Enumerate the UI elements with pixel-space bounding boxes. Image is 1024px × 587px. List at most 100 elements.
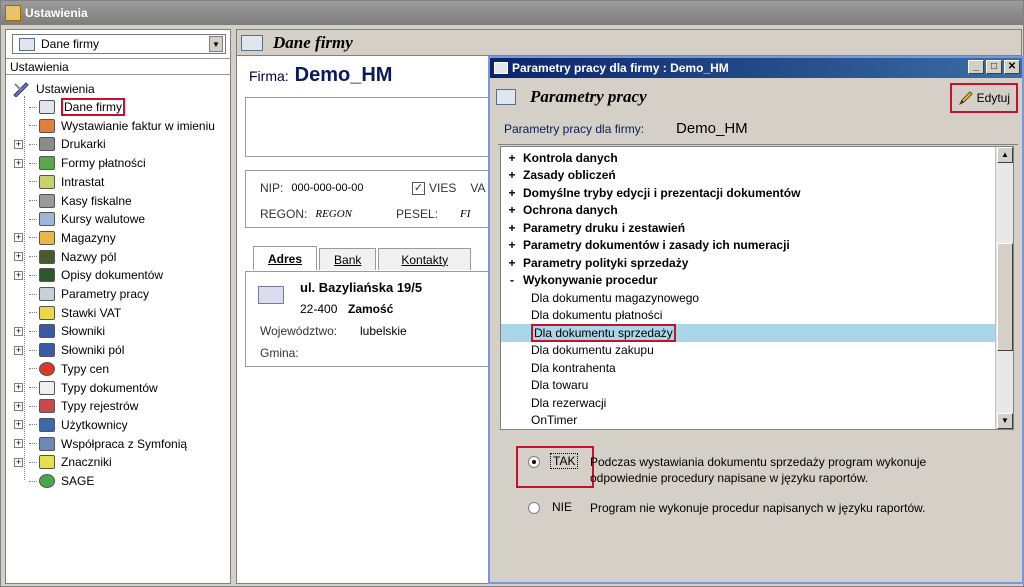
- tree-item-label: Kasy fiskalne: [61, 193, 132, 208]
- parameter-list-item[interactable]: + Parametry druku i zestawień: [501, 219, 995, 237]
- parameter-list-label: Parametry dokumentów i zasady ich numera…: [523, 238, 790, 253]
- expand-icon[interactable]: +: [501, 221, 523, 235]
- parameter-list-label: Dla dokumentu magazynowego: [531, 290, 700, 305]
- tab-bank[interactable]: Bank: [319, 248, 377, 270]
- scroll-up-icon[interactable]: ▲: [997, 147, 1013, 163]
- parameter-list-item[interactable]: Dla dokumentu sprzedaży: [501, 323, 995, 342]
- tab-adres[interactable]: Adres: [253, 246, 318, 270]
- parameter-list-item[interactable]: Dla dokumentu zakupu: [501, 342, 995, 360]
- parameter-list-item[interactable]: Dla dokumentu płatności: [501, 307, 995, 325]
- tree-item[interactable]: SAGE: [14, 472, 224, 490]
- parameter-list-item[interactable]: OnTimer: [501, 412, 995, 430]
- close-icon[interactable]: ✕: [1004, 60, 1020, 74]
- address-tabs: Adres Bank Kontakty: [253, 246, 473, 270]
- section-select-value: Dane firmy: [41, 37, 100, 51]
- payment-icon: [39, 156, 55, 171]
- tree-item[interactable]: + Drukarki: [14, 135, 224, 153]
- parameter-list-label: Wykonywanie procedur: [523, 273, 658, 288]
- chevron-down-icon[interactable]: ▼: [209, 36, 223, 52]
- tree-item[interactable]: Wystawianie faktur w imieniu: [14, 117, 224, 135]
- expand-icon[interactable]: +: [501, 238, 523, 252]
- parameter-list-item[interactable]: Dla towaru: [501, 377, 995, 395]
- parameter-list-item[interactable]: - Wykonywanie procedur: [501, 272, 995, 290]
- option-tak-label[interactable]: TAK: [550, 453, 579, 469]
- parameter-list-item[interactable]: + Parametry polityki sprzedaży: [501, 254, 995, 272]
- tab-kontakty[interactable]: Kontakty: [378, 248, 472, 270]
- document-icon: [39, 174, 55, 189]
- expand-icon[interactable]: +: [14, 345, 23, 355]
- tree-item[interactable]: + Formy płatności: [14, 154, 224, 172]
- parameter-list-item[interactable]: + Ochrona danych: [501, 202, 995, 220]
- option-nie-label[interactable]: NIE: [552, 500, 572, 514]
- tree-item[interactable]: Parametry pracy: [14, 285, 224, 303]
- tree-item[interactable]: + Magazyny: [14, 229, 224, 247]
- tree-connector: [29, 256, 37, 258]
- tree-item[interactable]: Kursy walutowe: [14, 210, 224, 228]
- pesel-value-cut[interactable]: FI: [460, 208, 470, 220]
- expand-icon[interactable]: +: [14, 420, 23, 430]
- tree-item[interactable]: Intrastat: [14, 173, 224, 191]
- expand-icon[interactable]: +: [501, 186, 523, 200]
- tree-item[interactable]: + Nazwy pól: [14, 248, 224, 266]
- scroll-down-icon[interactable]: ▼: [997, 413, 1013, 429]
- tree-item[interactable]: + Słowniki pól: [14, 341, 224, 359]
- expand-icon[interactable]: +: [14, 439, 23, 449]
- window-title: Ustawienia: [25, 6, 88, 20]
- nip-value[interactable]: 000-000-00-00: [291, 182, 363, 194]
- expand-icon[interactable]: +: [501, 256, 523, 270]
- parameter-list-item[interactable]: Dla rezerwacji: [501, 394, 995, 412]
- app-icon: [5, 5, 21, 21]
- section-select[interactable]: Dane firmy ▼: [12, 34, 226, 54]
- expand-icon[interactable]: +: [14, 139, 23, 149]
- registers-icon: [39, 399, 55, 414]
- tree-item[interactable]: Dane firmy: [14, 98, 224, 116]
- parameter-list-item[interactable]: + Domyślne tryby edycji i prezentacji dok…: [501, 184, 995, 202]
- maximize-icon[interactable]: □: [986, 60, 1002, 74]
- tree-item[interactable]: + Znaczniki: [14, 453, 224, 471]
- tree-connector: [29, 461, 37, 463]
- radio-nie[interactable]: [528, 502, 540, 514]
- person-icon: [39, 118, 55, 133]
- expand-icon[interactable]: +: [14, 401, 23, 411]
- collapse-icon[interactable]: -: [501, 273, 523, 287]
- tree-connector: [29, 312, 37, 314]
- parameter-list-item[interactable]: + Kontrola danych: [501, 149, 995, 167]
- minimize-icon[interactable]: _: [968, 60, 984, 74]
- parameter-list-item[interactable]: + Parametry dokumentów i zasady ich numer…: [501, 237, 995, 255]
- company-memo-box[interactable]: [245, 97, 495, 157]
- expand-icon[interactable]: +: [14, 252, 23, 262]
- tree-item[interactable]: Kasy fiskalne: [14, 192, 224, 210]
- tree-item-label: SAGE: [61, 474, 95, 488]
- parameter-list-item[interactable]: Dla kontrahenta: [501, 359, 995, 377]
- window-title-bar[interactable]: Ustawienia: [1, 1, 1023, 25]
- tree-item[interactable]: + Opisy dokumentów: [14, 266, 224, 284]
- dialog-title-bar[interactable]: Parametry pracy dla firmy : Demo_HM _ □ …: [490, 58, 1022, 78]
- tree-item-label: Intrastat: [61, 174, 105, 189]
- tree-item[interactable]: + Użytkownicy: [14, 416, 224, 434]
- expand-icon[interactable]: +: [14, 383, 23, 392]
- vies-checkbox[interactable]: ✓: [412, 181, 425, 195]
- regon-value[interactable]: REGON: [315, 208, 352, 220]
- expand-icon[interactable]: +: [501, 203, 523, 217]
- tree-connector: [29, 443, 37, 445]
- tree-item[interactable]: + Słowniki: [14, 322, 224, 340]
- expand-icon[interactable]: +: [14, 270, 23, 280]
- tree-item[interactable]: + Typy dokumentów: [14, 379, 224, 397]
- expand-icon[interactable]: +: [501, 151, 523, 165]
- scrollbar-thumb[interactable]: [997, 243, 1013, 351]
- expand-icon[interactable]: +: [14, 158, 23, 168]
- expand-icon[interactable]: +: [14, 457, 23, 467]
- edit-button[interactable]: Edytuj: [949, 83, 1018, 113]
- expand-icon[interactable]: +: [501, 168, 523, 182]
- expand-icon[interactable]: +: [14, 326, 23, 336]
- tree-item[interactable]: + Współpraca z Symfonią: [14, 435, 224, 453]
- params-for-company-label: Parametry pracy dla firmy:: [504, 122, 645, 136]
- list-scrollbar[interactable]: ▲ ▼: [995, 147, 1013, 429]
- tree-item[interactable]: + Typy rejestrów: [14, 397, 224, 415]
- expand-icon[interactable]: +: [14, 233, 23, 243]
- tree-item[interactable]: Typy cen: [14, 360, 224, 378]
- tree-item[interactable]: Stawki VAT: [14, 304, 224, 322]
- radio-tak[interactable]: [528, 456, 540, 468]
- parameter-list-item[interactable]: + Zasady obliczeń: [501, 167, 995, 185]
- parameter-list-item[interactable]: Dla dokumentu magazynowego: [501, 289, 995, 307]
